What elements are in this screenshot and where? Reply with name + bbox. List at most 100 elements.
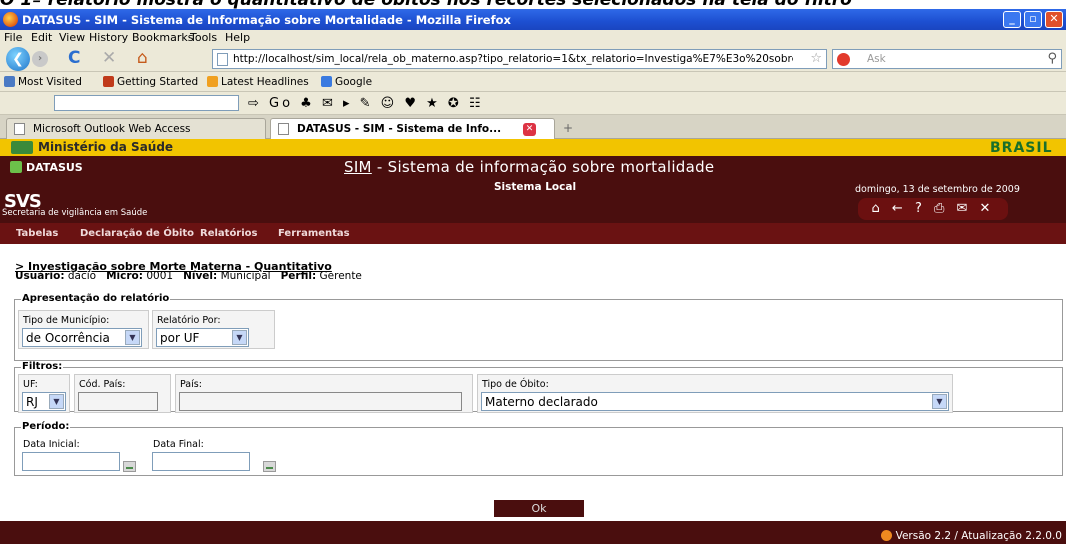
pais-group: País: <box>175 374 473 413</box>
pais-input[interactable] <box>179 392 462 411</box>
reload-button[interactable]: C <box>68 49 80 67</box>
system-acronym: SIM <box>344 158 372 176</box>
data-inicial-label: Data Inicial: <box>23 439 80 450</box>
chevron-down-icon: ▼ <box>232 330 247 345</box>
menu-ferramentas[interactable]: Ferramentas <box>278 228 350 239</box>
pais-label: País: <box>180 379 202 390</box>
search-icon[interactable]: ⚲ <box>1047 51 1057 66</box>
version-info: Versão 2.2 / Atualização 2.2.0.0 <box>880 530 1062 542</box>
relatorio-por-select[interactable]: por UF ▼ <box>156 328 249 347</box>
version-label: Versão 2.2 / Atualização 2.2.0.0 <box>895 530 1062 542</box>
url-bar[interactable]: http://localhost/sim_local/rela_ob_mater… <box>212 49 827 69</box>
menu-view[interactable]: View <box>59 31 85 44</box>
system-title-rest: - Sistema de informação sobre mortalidad… <box>371 158 715 176</box>
addon-icons[interactable]: ⇨ Go ♣ ✉ ▸ ✎ ☺ ♥ ★ ✪ ☷ <box>248 96 484 111</box>
bookmark-google[interactable]: Google <box>321 76 372 88</box>
user-info: Usuário: dacio Micro: 0001 Nível: Munici… <box>15 270 362 282</box>
bookmark-label: Latest Headlines <box>221 76 309 88</box>
url-text: http://localhost/sim_local/rela_ob_mater… <box>233 53 793 65</box>
select-value: de Ocorrência <box>26 331 110 345</box>
bookmark-label: Getting Started <box>117 76 199 88</box>
search-box[interactable]: Ask ⚲ <box>832 49 1062 69</box>
calendar-icon[interactable] <box>123 461 136 472</box>
minimize-button[interactable]: _ <box>1003 11 1021 28</box>
menu-tabelas[interactable]: Tabelas <box>16 228 58 239</box>
data-inicial-input[interactable] <box>22 452 120 471</box>
nivel-label: Nível: <box>183 270 218 282</box>
chevron-down-icon: ▼ <box>49 394 64 409</box>
main-menu: Tabelas Declaração de Óbito Relatórios F… <box>0 223 1066 244</box>
brasil-logo: BRASIL <box>990 140 1053 156</box>
tab-label: Microsoft Outlook Web Access <box>33 123 191 135</box>
ministerio-label: Ministério da Saúde <box>38 140 174 154</box>
menu-declaracao-obito[interactable]: Declaração de Óbito <box>80 228 194 239</box>
tipo-municipio-select[interactable]: de Ocorrência ▼ <box>22 328 142 347</box>
bookmark-star-icon[interactable]: ☆ <box>810 51 822 66</box>
tab-datasus[interactable]: DATASUS - SIM - Sistema de Info... ✕ <box>270 118 555 139</box>
ok-button[interactable]: Ok <box>494 500 584 517</box>
tipo-obito-group: Tipo de Óbito: Materno declarado ▼ <box>477 374 953 413</box>
select-value: Materno declarado <box>485 395 598 409</box>
bookmark-most-visited[interactable]: Most Visited <box>4 76 82 88</box>
tipo-obito-label: Tipo de Óbito: <box>482 379 549 390</box>
forward-button[interactable]: › <box>32 51 48 67</box>
page-content: > Investigação sobre Morte Materna - Qua… <box>0 244 1066 520</box>
menu-history[interactable]: History <box>89 31 128 44</box>
apresentacao-section: Apresentação do relatório Tipo de Municí… <box>14 293 1063 361</box>
cod-pais-label: Cód. País: <box>79 379 126 390</box>
tipo-obito-select[interactable]: Materno declarado ▼ <box>481 392 949 411</box>
chevron-down-icon: ▼ <box>125 330 140 345</box>
menu-tools[interactable]: Tools <box>190 31 217 44</box>
system-title: SIM - Sistema de informação sobre mortal… <box>344 158 714 176</box>
data-final-label: Data Final: <box>153 439 204 450</box>
bookmark-getting-started[interactable]: Getting Started <box>103 76 198 88</box>
datasus-label: DATASUS <box>26 161 83 174</box>
header-action-icons[interactable]: ⌂ ← ? ⎙ ✉ ✕ <box>858 198 1008 220</box>
menu-bookmarks[interactable]: Bookmarks <box>132 31 193 44</box>
micro-label: Micro: <box>106 270 143 282</box>
search-engine-icon[interactable] <box>837 53 850 66</box>
cod-pais-group: Cód. País: <box>74 374 171 413</box>
tipo-municipio-group: Tipo de Município: de Ocorrência ▼ <box>18 310 149 349</box>
calendar-icon[interactable] <box>263 461 276 472</box>
cod-pais-input[interactable] <box>78 392 158 411</box>
menu-file[interactable]: File <box>4 31 22 44</box>
page-icon <box>217 53 228 66</box>
window-title: DATASUS - SIM - Sistema de Informação so… <box>22 13 511 27</box>
menu-relatorios[interactable]: Relatórios <box>200 228 258 239</box>
maximize-button[interactable]: ▫ <box>1024 11 1042 28</box>
datasus-icon <box>10 161 22 173</box>
ministerio-bar: Ministério da Saúde BRASIL <box>0 139 1066 156</box>
caption-strip: O 1º relatório mostra o quantitativo de … <box>0 0 1066 9</box>
most-visited-icon <box>4 76 15 87</box>
navigation-toolbar: ❮ › C ✕ ⌂ http://localhost/sim_local/rel… <box>0 46 1066 72</box>
rss-icon <box>207 76 218 87</box>
menu-edit[interactable]: Edit <box>31 31 52 44</box>
search-placeholder: Ask <box>867 53 886 65</box>
firefox-icon <box>3 12 18 27</box>
perfil-value: Gerente <box>319 270 362 282</box>
data-final-group: Data Final: <box>148 434 278 473</box>
back-button[interactable]: ❮ <box>6 47 30 71</box>
section-legend: Período: <box>21 421 71 432</box>
uf-select[interactable]: RJ ▼ <box>22 392 66 411</box>
page-icon <box>278 123 289 135</box>
close-window-button[interactable]: ✕ <box>1045 11 1063 28</box>
uf-group: UF: RJ ▼ <box>18 374 70 413</box>
data-final-input[interactable] <box>152 452 250 471</box>
stop-button[interactable]: ✕ <box>102 49 116 67</box>
bookmark-latest-headlines[interactable]: Latest Headlines <box>207 76 309 88</box>
periodo-section: Período: Data Inicial: Data Final: <box>14 421 1063 476</box>
new-tab-button[interactable]: + <box>563 121 573 135</box>
addon-toolbar: ⇨ Go ♣ ✉ ▸ ✎ ☺ ♥ ★ ✪ ☷ <box>0 92 1066 115</box>
tab-strip: Microsoft Outlook Web Access DATASUS - S… <box>0 115 1066 139</box>
micro-value: 0001 <box>146 270 174 282</box>
toolbar-search-input[interactable] <box>54 95 239 111</box>
section-legend: Apresentação do relatório <box>21 293 171 304</box>
tab-outlook[interactable]: Microsoft Outlook Web Access <box>6 118 266 139</box>
user-value: dacio <box>67 270 97 282</box>
menu-help[interactable]: Help <box>225 31 250 44</box>
close-tab-icon[interactable]: ✕ <box>523 123 536 136</box>
home-button[interactable]: ⌂ <box>137 49 148 67</box>
svs-subtitle: Secretaria de vigilância em Saúde <box>2 208 148 218</box>
